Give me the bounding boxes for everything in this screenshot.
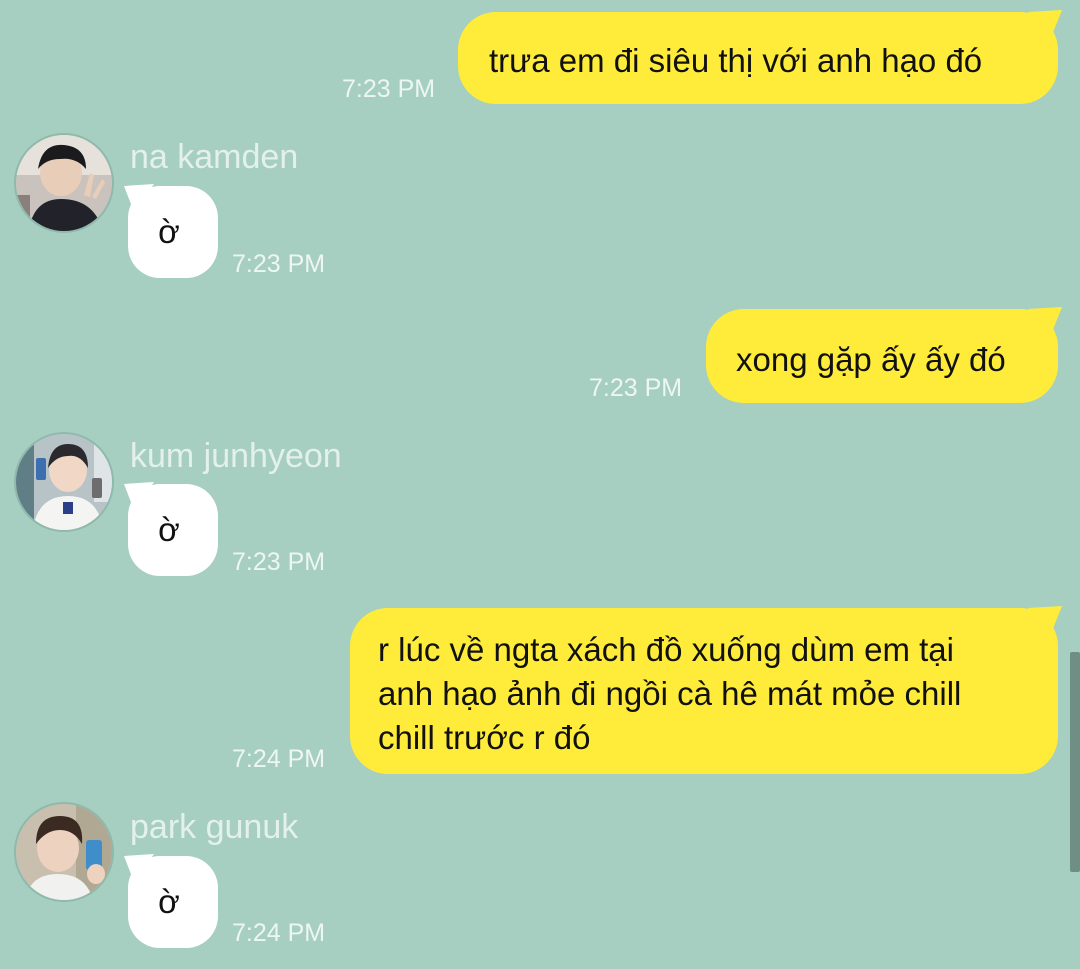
sender-name: park gunuk — [130, 808, 299, 846]
message-timestamp: 7:23 PM — [589, 374, 683, 402]
message-timestamp: 7:23 PM — [342, 75, 436, 103]
outgoing-message-bubble[interactable]: r lúc về ngta xách đồ xuống dùm em tại a… — [350, 606, 1062, 774]
message-timestamp: 7:23 PM — [232, 548, 326, 576]
scrollbar[interactable] — [1070, 652, 1080, 872]
bubble-tail-icon — [1028, 307, 1062, 337]
person-selfie-peace-sign-icon — [16, 135, 112, 231]
bubble-tail-icon — [124, 482, 154, 510]
incoming-message-bubble[interactable]: ờ — [124, 854, 218, 948]
message-timestamp: 7:24 PM — [232, 745, 326, 773]
message-text: xong gặp ấy ấy đó — [736, 341, 1006, 378]
sender-name: kum junhyeon — [130, 437, 342, 475]
bubble-tail-icon — [124, 184, 154, 212]
outgoing-message-bubble[interactable]: xong gặp ấy ấy đó — [706, 307, 1062, 403]
avatar[interactable] — [14, 133, 114, 233]
message-timestamp: 7:24 PM — [232, 919, 326, 947]
message-text: ờ — [158, 213, 180, 250]
sender-name: na kamden — [130, 138, 299, 176]
avatar[interactable] — [14, 432, 114, 532]
message-text: r lúc về ngta xách đồ xuống dùm em tại a… — [378, 631, 962, 756]
bubble-tail-icon — [1028, 10, 1062, 40]
message-text: trưa em đi siêu thị với anh hạo đó — [489, 42, 983, 79]
chat-message-list[interactable]: trưa em đi siêu thị với anh hạo đó 7:23 … — [0, 0, 1080, 969]
bubble-tail-icon — [1028, 606, 1062, 636]
message-text: ờ — [158, 511, 180, 548]
person-phone-selfie-icon — [16, 804, 112, 900]
avatar[interactable] — [14, 802, 114, 902]
person-holding-phone-icon — [16, 434, 112, 530]
bubble-tail-icon — [124, 854, 154, 882]
message-timestamp: 7:23 PM — [232, 250, 326, 278]
incoming-message-bubble[interactable]: ờ — [124, 482, 218, 576]
incoming-message-bubble[interactable]: ờ — [124, 184, 218, 278]
outgoing-message-bubble[interactable]: trưa em đi siêu thị với anh hạo đó — [458, 10, 1062, 104]
message-text: ờ — [158, 883, 180, 920]
